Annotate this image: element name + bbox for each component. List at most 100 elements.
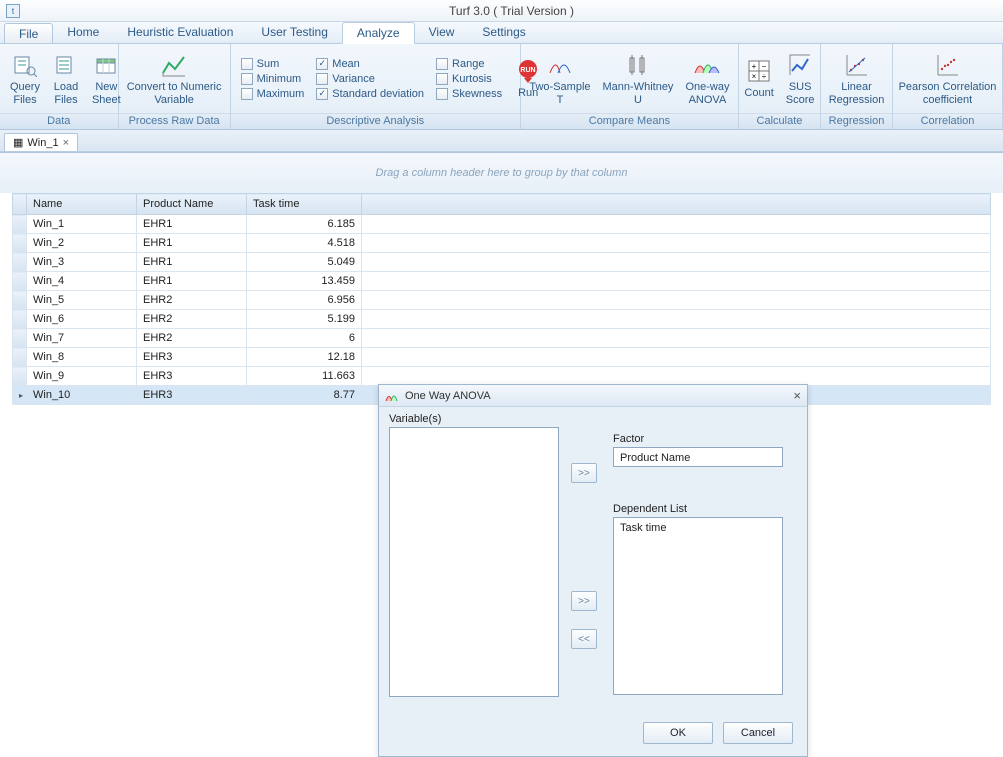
anova-icon (385, 389, 399, 403)
linear-regression-label: Linear Regression (829, 81, 885, 106)
table-row[interactable]: Win_2EHR14.518 (13, 234, 991, 253)
ribbon: Query Files Load Files New Sheet Data Co… (0, 44, 1003, 130)
chk-kurtosis[interactable]: Kurtosis (436, 73, 502, 85)
factor-field[interactable]: Product Name (613, 447, 783, 467)
svg-text:÷: ÷ (762, 72, 767, 81)
cell-product[interactable]: EHR1 (137, 272, 247, 291)
table-row[interactable]: Win_1EHR16.185 (13, 215, 991, 234)
table-row[interactable]: Win_7EHR26 (13, 329, 991, 348)
table-row[interactable]: Win_9EHR311.663 (13, 367, 991, 386)
chk-sum[interactable]: Sum (241, 58, 305, 70)
chk-range[interactable]: Range (436, 58, 502, 70)
ribbon-group-calculate: +−×÷Count SUS Score Calculate (739, 44, 821, 129)
cell-task[interactable]: 4.518 (247, 234, 362, 253)
variables-label: Variable(s) (389, 413, 559, 425)
row-indicator: ▸ (13, 386, 27, 405)
cell-name[interactable]: Win_1 (27, 215, 137, 234)
cell-empty (362, 348, 991, 367)
ribbon-group-regression-label: Regression (821, 113, 892, 129)
cell-name[interactable]: Win_10 (27, 386, 137, 405)
cell-name[interactable]: Win_6 (27, 310, 137, 329)
cell-product[interactable]: EHR1 (137, 234, 247, 253)
cell-name[interactable]: Win_8 (27, 348, 137, 367)
table-row[interactable]: Win_3EHR15.049 (13, 253, 991, 272)
chk-maximum[interactable]: Maximum (241, 88, 305, 100)
chk-variance[interactable]: Variance (316, 73, 424, 85)
move-to-dependent-button[interactable]: >> (571, 591, 597, 611)
pearson-correlation-button[interactable]: Pearson Correlation coefficient (893, 49, 1003, 108)
ribbon-group-process: Convert to Numeric Variable Process Raw … (119, 44, 231, 129)
cell-task[interactable]: 6.956 (247, 291, 362, 310)
document-tab-strip: ▦ Win_1 × (0, 130, 1003, 152)
cell-product[interactable]: EHR2 (137, 291, 247, 310)
ok-button[interactable]: OK (643, 722, 713, 744)
cell-name[interactable]: Win_9 (27, 367, 137, 386)
data-grid[interactable]: Name Product Name Task time Win_1EHR16.1… (12, 193, 991, 405)
linear-regression-button[interactable]: Linear Regression (823, 49, 891, 108)
menu-settings[interactable]: Settings (468, 22, 539, 43)
dialog-close-icon[interactable]: × (793, 388, 801, 403)
cell-product[interactable]: EHR1 (137, 253, 247, 272)
cell-name[interactable]: Win_4 (27, 272, 137, 291)
cell-product[interactable]: EHR3 (137, 367, 247, 386)
table-row[interactable]: Win_4EHR113.459 (13, 272, 991, 291)
cell-task[interactable]: 6.185 (247, 215, 362, 234)
cell-task[interactable]: 13.459 (247, 272, 362, 291)
cell-product[interactable]: EHR3 (137, 348, 247, 367)
load-files-button[interactable]: Load Files (46, 49, 86, 108)
group-by-hint[interactable]: Drag a column header here to group by th… (0, 153, 1003, 193)
menu-usertesting[interactable]: User Testing (247, 22, 341, 43)
cell-product[interactable]: EHR2 (137, 310, 247, 329)
cell-task[interactable]: 8.77 (247, 386, 362, 405)
menu-home[interactable]: Home (53, 22, 113, 43)
col-task[interactable]: Task time (247, 194, 362, 215)
col-product[interactable]: Product Name (137, 194, 247, 215)
cell-name[interactable]: Win_3 (27, 253, 137, 272)
col-name[interactable]: Name (27, 194, 137, 215)
mann-whitney-label: Mann-Whitney U (603, 81, 674, 106)
cell-task[interactable]: 5.199 (247, 310, 362, 329)
menu-file[interactable]: File (4, 23, 53, 43)
document-tab[interactable]: ▦ Win_1 × (4, 133, 78, 151)
menu-analyze[interactable]: Analyze (342, 22, 415, 44)
cell-task[interactable]: 6 (247, 329, 362, 348)
cell-product[interactable]: EHR1 (137, 215, 247, 234)
cell-name[interactable]: Win_5 (27, 291, 137, 310)
cancel-button[interactable]: Cancel (723, 722, 793, 744)
dependent-listbox[interactable]: Task time (613, 517, 783, 695)
chk-skewness[interactable]: Skewness (436, 88, 502, 100)
chk-std[interactable]: ✓Standard deviation (316, 88, 424, 100)
two-sample-t-button[interactable]: Two-Sample T (523, 49, 596, 108)
cell-name[interactable]: Win_7 (27, 329, 137, 348)
cell-task[interactable]: 5.049 (247, 253, 362, 272)
chk-mean[interactable]: ✓Mean (316, 58, 424, 70)
mann-whitney-button[interactable]: Mann-Whitney U (597, 49, 680, 108)
dialog-title-bar[interactable]: One Way ANOVA × (379, 385, 807, 407)
close-icon[interactable]: × (63, 137, 69, 149)
row-indicator (13, 253, 27, 272)
menu-view[interactable]: View (415, 22, 469, 43)
anova-dialog: One Way ANOVA × Variable(s) >> Factor Pr… (378, 384, 808, 757)
cell-task[interactable]: 12.18 (247, 348, 362, 367)
move-back-button[interactable]: << (571, 629, 597, 649)
table-row[interactable]: Win_5EHR26.956 (13, 291, 991, 310)
variables-listbox[interactable] (389, 427, 559, 697)
two-sample-t-label: Two-Sample T (529, 81, 590, 106)
move-to-factor-button[interactable]: >> (571, 463, 597, 483)
sus-score-button[interactable]: SUS Score (780, 49, 821, 108)
query-files-button[interactable]: Query Files (4, 49, 46, 108)
cell-empty (362, 310, 991, 329)
cell-name[interactable]: Win_2 (27, 234, 137, 253)
ribbon-group-compare-label: Compare Means (521, 113, 738, 129)
table-row[interactable]: Win_6EHR25.199 (13, 310, 991, 329)
cell-product[interactable]: EHR2 (137, 329, 247, 348)
chk-minimum[interactable]: Minimum (241, 73, 305, 85)
anova-button[interactable]: One-way ANOVA (679, 49, 735, 108)
count-button[interactable]: +−×÷Count (738, 55, 779, 102)
cell-empty (362, 367, 991, 386)
convert-numeric-button[interactable]: Convert to Numeric Variable (121, 49, 228, 108)
cell-task[interactable]: 11.663 (247, 367, 362, 386)
table-row[interactable]: Win_8EHR312.18 (13, 348, 991, 367)
cell-product[interactable]: EHR3 (137, 386, 247, 405)
menu-heuristic[interactable]: Heuristic Evaluation (113, 22, 247, 43)
